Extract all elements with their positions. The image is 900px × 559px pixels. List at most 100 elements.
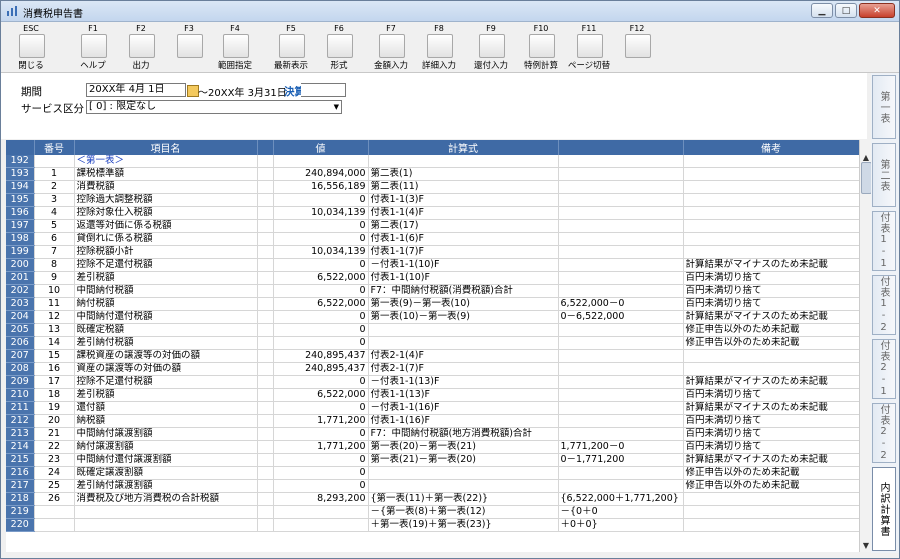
calculation[interactable] — [558, 401, 684, 415]
service-category-select[interactable]: [ 0] : 限定なし ▼ — [86, 100, 342, 114]
note[interactable] — [683, 193, 860, 207]
calculation[interactable] — [558, 336, 684, 350]
table-row[interactable]: 199 7 控除税額小計 10,034,139 付表1-1(7)F — [6, 245, 860, 259]
item-name[interactable]: 控除不足還付税額 — [74, 375, 258, 389]
item-name[interactable]: 納税額 — [74, 414, 258, 428]
note[interactable] — [683, 206, 860, 220]
formula[interactable] — [368, 323, 559, 337]
calculation[interactable] — [558, 323, 684, 337]
note[interactable]: 修正申告以外のため未記載 — [683, 479, 860, 493]
formula[interactable]: F7：中間納付税額(消費税額)合計 — [368, 284, 559, 298]
calculation[interactable]: 1,771,200－0 — [558, 440, 684, 454]
item-value[interactable] — [273, 518, 369, 532]
col-item-name-header[interactable]: 項目名 — [74, 140, 258, 155]
formula[interactable]: 付表2-1(7)F — [368, 362, 559, 376]
formula[interactable]: 付表2-1(4)F — [368, 349, 559, 363]
toolbar-button-f1[interactable]: F1 ヘルプ — [71, 22, 115, 72]
note[interactable]: 計算結果がマイナスのため未記載 — [683, 401, 860, 415]
close-window-button[interactable]: ✕ — [859, 3, 895, 18]
item-number[interactable]: 3 — [34, 193, 75, 207]
toolbar-button-f7[interactable]: F7 金額入力 — [369, 22, 413, 72]
note[interactable] — [683, 518, 860, 532]
toolbar-button-f10[interactable]: F10 特例計算 — [519, 22, 563, 72]
item-value[interactable]: 0 — [273, 453, 369, 467]
calculation[interactable] — [558, 232, 684, 246]
formula[interactable]: 第二表(17) — [368, 219, 559, 233]
item-number[interactable]: 4 — [34, 206, 75, 220]
item-number[interactable]: 6 — [34, 232, 75, 246]
item-number[interactable]: 15 — [34, 349, 75, 363]
item-name[interactable]: 中間納付譲渡割額 — [74, 427, 258, 441]
calculation[interactable] — [558, 427, 684, 441]
table-row[interactable]: 193 1 課税標準額 240,894,000 第二表(1) — [6, 167, 860, 181]
note[interactable]: 計算結果がマイナスのため未記載 — [683, 258, 860, 272]
item-number[interactable]: 5 — [34, 219, 75, 233]
item-number[interactable] — [34, 155, 75, 168]
formula[interactable]: 付表1-1(10)F — [368, 271, 559, 285]
formula[interactable]: 付表1-1(3)F — [368, 193, 559, 207]
calculation[interactable] — [558, 271, 684, 285]
item-value[interactable]: 0 — [273, 401, 369, 415]
item-number[interactable]: 14 — [34, 336, 75, 350]
item-number[interactable]: 18 — [34, 388, 75, 402]
col-number-header[interactable]: 番号 — [34, 140, 75, 155]
item-name[interactable]: 中間納付還付税額 — [74, 310, 258, 324]
calculation[interactable] — [558, 180, 684, 194]
calculation[interactable] — [558, 155, 684, 168]
note[interactable] — [683, 362, 860, 376]
table-row[interactable]: 210 18 差引税額 6,522,000 付表1-1(13)F 百円未満切り捨て — [6, 388, 860, 402]
item-name[interactable]: 差引納付税額 — [74, 336, 258, 350]
formula[interactable]: －{第一表(8)＋第一表(12) — [368, 505, 559, 519]
side-tab-4[interactable]: 付表2-1 — [872, 339, 896, 399]
table-row[interactable]: 211 19 還付額 0 －付表1-1(16)F 計算結果がマイナスのため未記載 — [6, 401, 860, 415]
item-number[interactable]: 17 — [34, 375, 75, 389]
note[interactable]: 百円未満切り捨て — [683, 414, 860, 428]
item-name[interactable]: 課税標準額 — [74, 167, 258, 181]
period-start-field[interactable]: 20XX年 4月 1日 — [86, 83, 186, 97]
formula[interactable] — [368, 336, 559, 350]
formula[interactable]: 第二表(11) — [368, 180, 559, 194]
side-tab-1[interactable]: 第二表 — [872, 143, 896, 207]
item-name[interactable]: 控除税額小計 — [74, 245, 258, 259]
table-row[interactable]: 217 25 差引納付譲渡割額 0 修正申告以外のため未記載 — [6, 479, 860, 493]
formula[interactable]: 付表1-1(7)F — [368, 245, 559, 259]
table-row[interactable]: 212 20 納税額 1,771,200 付表1-1(16)F 百円未満切り捨て — [6, 414, 860, 428]
col-formula-header[interactable]: 計算式 — [368, 140, 559, 155]
formula[interactable]: －付表1-1(10)F — [368, 258, 559, 272]
note[interactable]: 百円未満切り捨て — [683, 284, 860, 298]
item-value[interactable]: 0 — [273, 466, 369, 480]
table-row[interactable]: 203 11 納付税額 6,522,000 第一表(9)－第一表(10) 6,522,00… — [6, 297, 860, 311]
toolbar-button-f4[interactable]: F4 範囲指定 — [213, 22, 257, 72]
item-name[interactable]: 控除過大調整税額 — [74, 193, 258, 207]
item-value[interactable]: 240,895,437 — [273, 349, 369, 363]
item-value[interactable]: 1,771,200 — [273, 440, 369, 454]
item-name[interactable]: 返還等対価に係る税額 — [74, 219, 258, 233]
note[interactable] — [683, 232, 860, 246]
note[interactable]: 修正申告以外のため未記載 — [683, 323, 860, 337]
note[interactable]: 百円未満切り捨て — [683, 271, 860, 285]
item-value[interactable] — [273, 155, 369, 168]
toolbar-button-f9[interactable]: F9 還付入力 — [469, 22, 513, 72]
calculation[interactable] — [558, 258, 684, 272]
item-value[interactable]: 0 — [273, 336, 369, 350]
item-value[interactable]: 6,522,000 — [273, 297, 369, 311]
calculation[interactable] — [558, 167, 684, 181]
col-value-header[interactable]: 値 — [273, 140, 369, 155]
col-notes-header[interactable]: 備考 — [683, 140, 860, 155]
table-row[interactable]: 219 －{第一表(8)＋第一表(12) －{0＋0 — [6, 505, 860, 519]
toolbar-button-f12[interactable]: F12 — [615, 22, 659, 72]
toolbar-button-f11[interactable]: F11 ページ切替 — [567, 22, 611, 72]
item-value[interactable]: 0 — [273, 323, 369, 337]
item-value[interactable]: 0 — [273, 479, 369, 493]
table-row[interactable]: 214 22 納付譲渡割額 1,771,200 第一表(20)－第一表(21) 1,771… — [6, 440, 860, 454]
item-name[interactable]: 消費税及び地方消費税の合計税額 — [74, 492, 258, 506]
side-tab-3[interactable]: 付表1-2 — [872, 275, 896, 335]
item-number[interactable]: 2 — [34, 180, 75, 194]
table-row[interactable]: 215 23 中間納付還付譲渡割額 0 第一表(21)－第一表(20) 0－1,771,2… — [6, 453, 860, 467]
note[interactable] — [683, 492, 860, 506]
table-row[interactable]: 204 12 中間納付還付税額 0 第一表(10)－第一表(9) 0－6,522,000 計… — [6, 310, 860, 324]
item-value[interactable]: 6,522,000 — [273, 388, 369, 402]
formula[interactable]: 第一表(21)－第一表(20) — [368, 453, 559, 467]
calculation[interactable] — [558, 284, 684, 298]
table-row[interactable]: 205 13 既確定税額 0 修正申告以外のため未記載 — [6, 323, 860, 337]
